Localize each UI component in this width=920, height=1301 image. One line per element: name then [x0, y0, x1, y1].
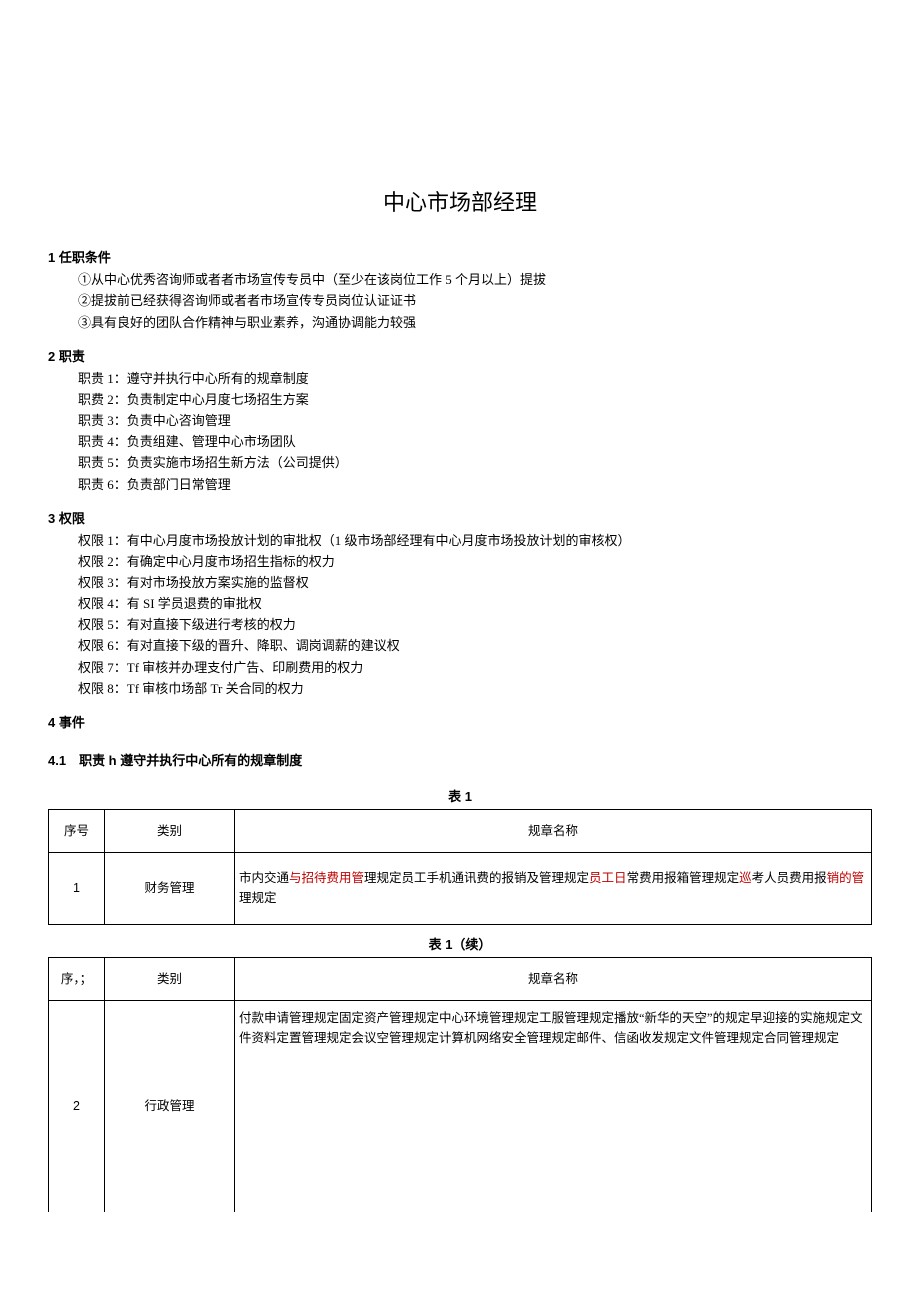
- list-item: 职责 3：负责中心咨询管理: [78, 411, 872, 431]
- section-3-body: 权限 1：有中心月度市场投放计划的审批权（1 级市场部经理有中心月度市场投放计划…: [48, 531, 872, 699]
- section-1-heading: 1 任职条件: [48, 248, 872, 268]
- list-item: 权限 7：Tf 审核并办理支付广告、印刷费用的权力: [78, 658, 872, 678]
- table-1c-caption: 表 1（续）: [48, 935, 872, 955]
- col-header-cat: 类别: [105, 810, 235, 853]
- section-4-1-heading: 4.1 职责 h 遵守并执行中心所有的规章制度: [48, 751, 872, 771]
- col-header-name: 规章名称: [235, 810, 872, 853]
- table-1: 序号 类别 规章名称 1 财务管理 市内交通与招待费用管理规定员工手机通讯费的报…: [48, 809, 872, 925]
- list-item: 权限 4：有 SI 学员退费的审批权: [78, 594, 872, 614]
- text-red: 员工日: [589, 871, 627, 885]
- text: 常费用报箱管理规定: [627, 871, 740, 885]
- list-item: ②提拔前已经获得咨询师或者者市场宣传专员岗位认证证书: [78, 291, 872, 311]
- cell-cat: 行政管理: [105, 1001, 235, 1213]
- col-header-seq: 序号: [49, 810, 105, 853]
- page-title: 中心市场部经理: [48, 186, 872, 220]
- section-2-heading: 2 职责: [48, 347, 872, 367]
- list-item: 职贵 1：遵守并执行中心所有的规章制度: [78, 369, 872, 389]
- col-header-seq: 序，；: [49, 958, 105, 1001]
- cell-seq: 2: [49, 1001, 105, 1213]
- list-item: 权限 5：有对直接下级进行考核的权力: [78, 615, 872, 635]
- col-header-cat: 类别: [105, 958, 235, 1001]
- table-header-row: 序号 类别 规章名称: [49, 810, 872, 853]
- col-header-name: 规章名称: [235, 958, 872, 1001]
- list-item: 职责 5：负责实施市场招生新方法（公司提供）: [78, 453, 872, 473]
- list-item: 权限 6：有对直接下级的晋升、降职、调岗调薪的建议权: [78, 636, 872, 656]
- cell-name: 付款申请管理规定固定资产管理规定中心环境管理规定工服管理规定播放“新华的天空”的…: [235, 1001, 872, 1213]
- list-item: 权限 2：有确定中心月度市场招生指标的权力: [78, 552, 872, 572]
- section-2-body: 职贵 1：遵守并执行中心所有的规章制度 职费 2：负责制定中心月度七场招生方案 …: [48, 369, 872, 495]
- list-item: 职费 2：负责制定中心月度七场招生方案: [78, 390, 872, 410]
- table-row: 1 财务管理 市内交通与招待费用管理规定员工手机通讯费的报销及管理规定员工日常费…: [49, 853, 872, 925]
- list-item: 权限 8：Tf 审核巾场部 Tr 关合同的权力: [78, 679, 872, 699]
- section-1-body: ①从中心优秀咨询师或者者市场宣传专员中（至少在该岗位工作 5 个月以上）提拔 ②…: [48, 270, 872, 332]
- text-red: 销的管: [827, 871, 865, 885]
- list-item: ③具有良好的团队合作精神与职业素养，沟通协调能力较强: [78, 313, 872, 333]
- text: 考人员费用报: [752, 871, 827, 885]
- list-item: 权限 1：有中心月度市场投放计划的审批权（1 级市场部经理有中心月度市场投放计划…: [78, 531, 872, 551]
- table-row: 2 行政管理 付款申请管理规定固定资产管理规定中心环境管理规定工服管理规定播放“…: [49, 1001, 872, 1213]
- table-1-caption: 表 1: [48, 787, 872, 807]
- document-page: 中心市场部经理 1 任职条件 ①从中心优秀咨询师或者者市场宣传专员中（至少在该岗…: [0, 0, 920, 1212]
- text: 市内交通: [239, 871, 289, 885]
- text: 理规定: [239, 891, 277, 905]
- list-item: 职责 4：负责组建、管理中心市场团队: [78, 432, 872, 452]
- text-red: 巡: [739, 871, 752, 885]
- text-red: 与招待费用管: [289, 871, 364, 885]
- list-item: 职责 6：负责部门日常管理: [78, 475, 872, 495]
- cell-seq: 1: [49, 853, 105, 925]
- section-3-heading: 3 权限: [48, 509, 872, 529]
- section-4-heading: 4 事件: [48, 713, 872, 733]
- list-item: ①从中心优秀咨询师或者者市场宣传专员中（至少在该岗位工作 5 个月以上）提拔: [78, 270, 872, 290]
- text: 理规定员工手机通讯费的报销及管理规定: [364, 871, 589, 885]
- cell-cat: 财务管理: [105, 853, 235, 925]
- table-header-row: 序，； 类别 规章名称: [49, 958, 872, 1001]
- table-1-continued: 序，； 类别 规章名称 2 行政管理 付款申请管理规定固定资产管理规定中心环境管…: [48, 957, 872, 1212]
- list-item: 权限 3：有对市场投放方案实施的监督权: [78, 573, 872, 593]
- cell-name: 市内交通与招待费用管理规定员工手机通讯费的报销及管理规定员工日常费用报箱管理规定…: [235, 853, 872, 925]
